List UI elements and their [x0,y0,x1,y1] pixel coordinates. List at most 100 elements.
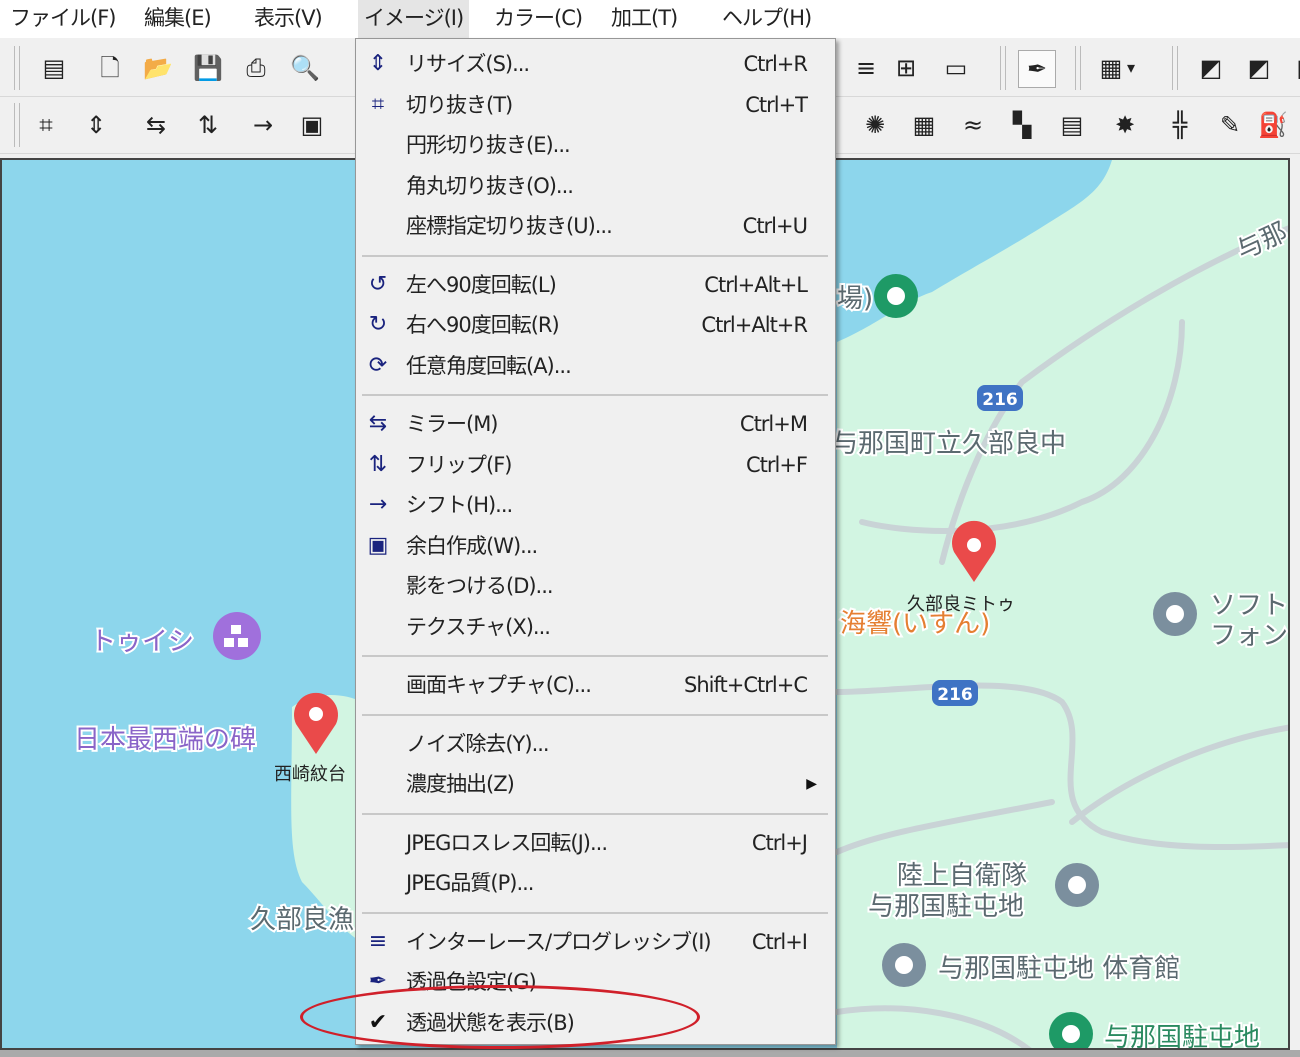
crop-button[interactable]: ⌗ [28,107,64,143]
resize-button[interactable]: ⇕ [78,107,114,143]
resize-icon: ⇕ [85,111,107,139]
menu-image[interactable]: イメージ(I) [358,0,470,38]
diffuse-icon: ✸ [1114,111,1136,139]
menu-item[interactable]: ↺ 左へ90度回転(L) Ctrl+Alt+L [356,265,835,305]
menu-item[interactable]: 円形切り抜き(E)... [356,125,835,165]
menu-item[interactable]: JPEGロスレス回転(J)... Ctrl+J [356,823,835,863]
menu-color[interactable]: カラー(C) [488,0,588,38]
gradient-gold-button[interactable]: ◩ [1241,50,1277,86]
rotate-right-90-icon: ↻ [368,312,388,337]
menu-item-label: 任意角度回転(A)... [406,353,572,378]
mosaic-button[interactable]: ▚ [1004,107,1040,143]
menu-file[interactable]: ファイル(F) [4,0,121,38]
brick-pattern-button[interactable]: ▦ [906,107,942,143]
diffuse-button[interactable]: ✸ [1107,107,1143,143]
menu-item[interactable]: テクスチャ(X)... [356,607,835,647]
paint-bucket-icon: ⛽ [1258,111,1288,139]
menu-item[interactable]: → シフト(H)... [356,485,835,525]
toolbar-grip[interactable] [14,46,20,90]
menu-item[interactable]: ↻ 右へ90度回転(R) Ctrl+Alt+R [356,305,835,345]
gradient-dark-button[interactable]: ▮ [1285,50,1300,86]
map-pin-gray[interactable] [1153,592,1197,636]
menu-item[interactable]: ノイズ除去(Y)... [356,724,835,764]
menu-separator [362,254,828,257]
menu-item-label: テクスチャ(X)... [406,614,551,639]
menu-item[interactable]: 座標指定切り抜き(U)... Ctrl+U [356,206,835,246]
brick-pattern-icon: ▦ [912,111,936,139]
menu-item-label: 円形切り抜き(E)... [406,133,571,157]
filmstrip-button[interactable]: ▭ [938,50,974,86]
tile-view-button[interactable]: ⊞ [888,50,924,86]
tile-split-button[interactable]: ╬ [1162,107,1198,143]
menu-item[interactable]: JPEG品質(P)... [356,863,835,903]
menu-item[interactable]: 濃度抽出(Z) ▶ [356,764,835,804]
menu-view[interactable]: 表示(V) [248,0,328,38]
print-icon: ⎙ [246,54,266,82]
menu-item-label: 左へ90度回転(L) [406,272,557,297]
menu-separator [362,655,828,657]
menu-item[interactable]: ⇆ ミラー(M) Ctrl+M [356,404,835,444]
gradient-gray-button[interactable]: ◩ [1193,50,1229,86]
margin-button[interactable]: ▣ [294,107,330,143]
menu-edit[interactable]: 編集(E) [138,0,217,38]
print-button[interactable]: ⎙ [238,50,274,86]
resize-icon: ⇕ [368,51,388,76]
menu-item-label: シフト(H)... [406,493,513,517]
print-preview-icon: 🔍 [290,54,320,82]
open-folder-button[interactable]: 📂 [140,50,176,86]
menu-item-label: 画面キャプチャ(C)... [406,673,592,697]
wave-button[interactable]: ≈ [955,107,991,143]
flip-button[interactable]: ⇅ [190,107,226,143]
menu-help[interactable]: ヘルプ(H) [716,0,817,38]
menu-item[interactable]: ⇅ フリップ(F) Ctrl+F [356,445,835,485]
pen-button[interactable]: ✎ [1212,107,1248,143]
window-button[interactable]: ▤ [36,50,72,86]
eyedropper-button[interactable]: ✒ [1018,50,1056,88]
paint-bucket-button[interactable]: ⛽ [1255,107,1291,143]
menu-item[interactable]: ⌗ 切り抜き(T) Ctrl+T [356,85,835,125]
route-number: 216 [937,685,973,705]
shift-button[interactable]: → [245,107,281,143]
toolbar-grip[interactable] [14,103,20,147]
map-label: ソフト [1210,591,1288,621]
menu-separator [362,713,828,716]
menu-item[interactable]: 角丸切り抜き(O)... [356,166,835,206]
margin-icon: ▣ [367,532,389,558]
menu-item-label: 影をつける(D)... [406,574,554,598]
map-pin-green[interactable] [874,274,918,318]
menu-item-shortcut: Ctrl+Alt+L [704,272,808,297]
status-bar [0,1050,1300,1057]
map-pin-gray[interactable] [1055,863,1099,907]
rotate-any-icon: ⟳ [368,352,388,378]
map-pin-purple[interactable] [213,612,261,660]
gradient-dark-icon: ▮ [1296,54,1300,82]
menu-item[interactable]: ⇕ リサイズ(S)... Ctrl+R [356,44,835,84]
menu-process[interactable]: 加工(T) [605,0,683,38]
menu-item[interactable]: 影をつける(D)... [356,566,835,606]
mosaic-icon: ▚ [1012,111,1032,139]
blur-dots-button[interactable]: ✺ [857,107,893,143]
menu-item[interactable]: ⟳ 任意角度回転(A)... [356,346,835,386]
menu-item[interactable]: ≡ インターレース/プログレッシブ(I) Ctrl+I [356,922,835,962]
brick-wall-button[interactable]: ▤ [1054,107,1090,143]
crop-icon: ⌗ [371,91,385,117]
brick-wall-icon: ▤ [1060,111,1084,139]
mirror-icon: ⇆ [145,111,167,139]
menu-item-shortcut: Ctrl+Alt+R [701,313,808,337]
mirror-button[interactable]: ⇆ [138,107,174,143]
map-label: 陸上自衛隊 [897,861,1027,891]
filmstrip-icon: ▭ [944,54,968,82]
interlace-button[interactable]: ≡ [848,50,884,86]
new-file-button[interactable]: 🗋 [92,50,128,86]
menu-item[interactable]: 画面キャプチャ(C)... Shift+Ctrl+C [356,665,835,705]
print-preview-button[interactable]: 🔍 [287,50,323,86]
map-pin-gray[interactable] [882,943,926,987]
chevron-down-button[interactable]: ▾ [1123,50,1139,86]
menu-item[interactable]: ▣ 余白作成(W)... [356,526,835,566]
toolbar-grip[interactable] [1172,46,1178,90]
toolbar-grip[interactable] [1075,46,1081,90]
red-annotation-ellipse [300,985,700,1049]
toolbar-grip[interactable] [1000,46,1006,90]
save-button[interactable]: 💾 [190,50,226,86]
menu-item-label: リサイズ(S)... [406,52,530,76]
